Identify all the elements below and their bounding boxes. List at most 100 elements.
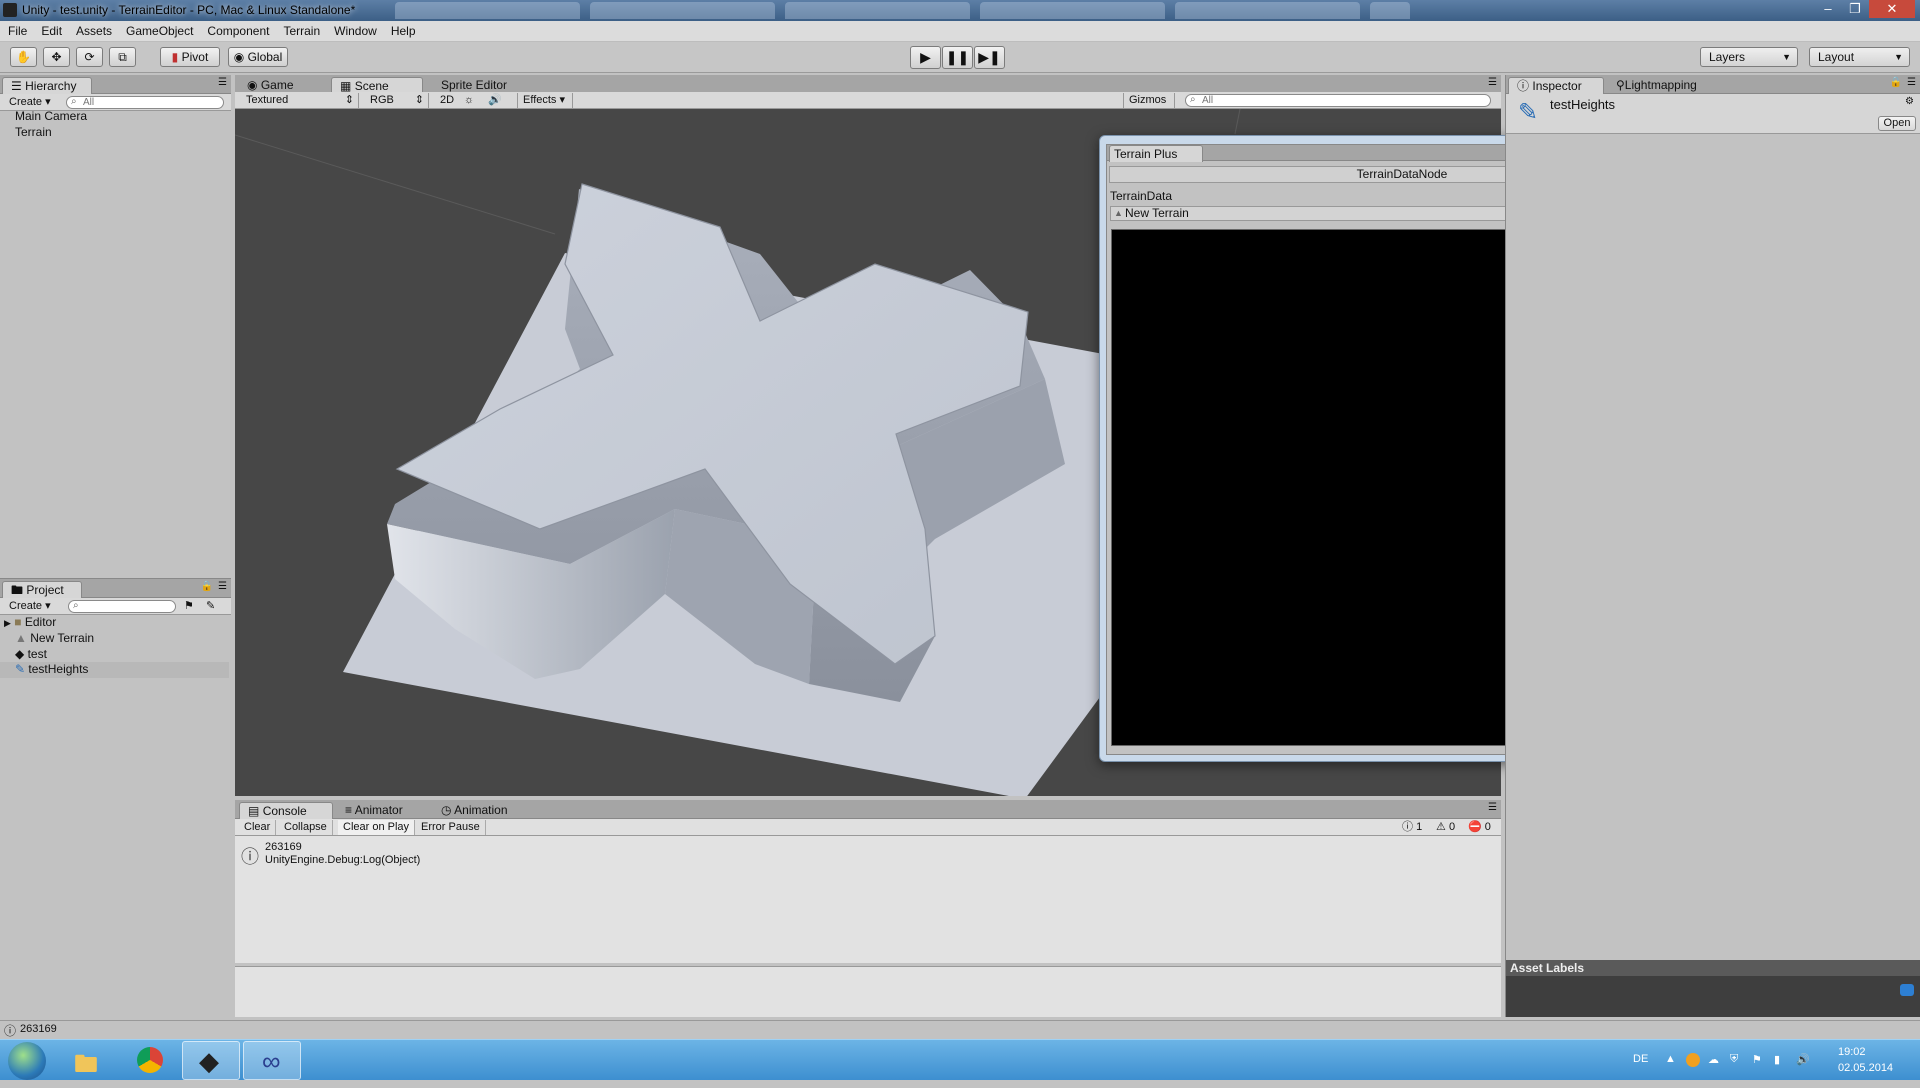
layout-dropdown[interactable]: Layout ▼ <box>1809 47 1910 67</box>
tray-shield-icon[interactable]: ⛨ <box>1730 1053 1738 1066</box>
lock-icon[interactable]: 🔒 <box>1890 77 1902 88</box>
volume-icon[interactable]: 🔊 <box>1796 1053 1810 1066</box>
tab-inspector[interactable]: ⓘ Inspector <box>1508 77 1604 94</box>
console-collapse-button[interactable]: Collapse <box>279 820 333 835</box>
menu-help[interactable]: Help <box>384 21 423 38</box>
pivot-toggle[interactable]: ▮ Pivot <box>160 47 220 67</box>
lighting-toggle[interactable]: ☼ <box>459 93 479 108</box>
menu-window[interactable]: Window <box>327 21 384 38</box>
panel-menu-icon[interactable]: ☰ <box>1488 802 1497 813</box>
expand-arrow-icon[interactable]: ▶ <box>4 618 11 628</box>
taskbar-unity[interactable]: ◆ <box>182 1041 240 1080</box>
global-label: Global <box>247 50 283 64</box>
background-browser-tab[interactable] <box>395 2 580 19</box>
filter-label-icon[interactable]: ✎ <box>206 599 215 612</box>
menu-file[interactable]: File <box>0 21 34 38</box>
network-icon[interactable]: ▮ <box>1774 1053 1780 1066</box>
tab-project[interactable]: 🖿 Project <box>2 581 82 598</box>
dropdown-arrow-icon: ▼ <box>1894 52 1903 62</box>
project-item-testheights[interactable]: ✎ testHeights <box>0 662 229 678</box>
project-create-dropdown[interactable]: Create ▾ <box>4 599 56 614</box>
taskbar-explorer[interactable]: 🖿 <box>60 1041 118 1080</box>
background-browser-tab[interactable] <box>590 2 775 19</box>
gear-icon[interactable]: ⚙ <box>1905 96 1914 107</box>
play-button[interactable]: ▶ <box>910 46 941 69</box>
project-item-test[interactable]: ◆ test <box>15 647 47 661</box>
clock-time[interactable]: 19:02 <box>1838 1046 1866 1058</box>
panel-menu-icon[interactable]: ☰ <box>218 581 227 592</box>
hierarchy-search-input[interactable]: All <box>66 96 224 109</box>
tray-app-icon[interactable] <box>1686 1053 1700 1067</box>
warning-count-toggle[interactable]: ⚠ 0 <box>1431 820 1460 835</box>
move-tool-button[interactable]: ✥ <box>43 47 70 67</box>
console-clear-on-play-toggle[interactable]: Clear on Play <box>338 820 416 835</box>
label-tag-icon[interactable] <box>1900 984 1914 996</box>
menu-component[interactable]: Component <box>200 21 276 38</box>
background-browser-tab[interactable] <box>785 2 970 19</box>
menu-edit[interactable]: Edit <box>34 21 69 38</box>
menu-terrain[interactable]: Terrain <box>276 21 327 38</box>
hand-tool-button[interactable]: ✋ <box>10 47 37 67</box>
layout-label: Layout <box>1818 50 1855 64</box>
window-title-bar: Unity - test.unity - TerrainEditor - PC,… <box>0 0 1920 21</box>
hierarchy-create-dropdown[interactable]: Create ▾ <box>4 95 56 110</box>
background-browser-tab[interactable] <box>980 2 1165 19</box>
tab-animation[interactable]: ◷ Animation <box>433 802 527 819</box>
error-count-toggle[interactable]: ⛔ 0 <box>1463 820 1496 835</box>
rotate-tool-button[interactable]: ⟳ <box>76 47 103 67</box>
channel-dropdown[interactable]: RGB ⇕ <box>365 93 429 108</box>
show-hidden-icons[interactable]: ▲ <box>1665 1053 1676 1065</box>
tab-console[interactable]: ▤ Console <box>239 802 333 819</box>
hierarchy-item-main-camera[interactable]: Main Camera <box>15 109 87 123</box>
menu-assets[interactable]: Assets <box>69 21 119 38</box>
shading-mode-dropdown[interactable]: Textured ⇕ <box>241 93 359 108</box>
scene-search-input[interactable]: All <box>1185 94 1491 107</box>
gizmos-dropdown[interactable]: Gizmos ▾ <box>1123 93 1175 120</box>
language-indicator[interactable]: DE <box>1633 1053 1648 1065</box>
console-clear-button[interactable]: Clear <box>239 820 277 835</box>
background-browser-tab[interactable] <box>1175 2 1360 19</box>
lock-icon[interactable]: 🔒 <box>201 581 213 592</box>
project-item-testheights-label: testHeights <box>28 662 89 676</box>
layers-dropdown[interactable]: Layers ▼ <box>1700 47 1798 67</box>
clock-date[interactable]: 02.05.2014 <box>1838 1062 1893 1074</box>
tray-cloud-icon[interactable]: ☁ <box>1708 1053 1719 1066</box>
project-create-label: Create <box>9 600 43 612</box>
panel-menu-icon[interactable]: ☰ <box>218 77 227 88</box>
hierarchy-item-terrain[interactable]: Terrain <box>15 125 52 139</box>
project-search-input[interactable] <box>68 600 176 613</box>
background-browser-tab[interactable] <box>1370 2 1410 19</box>
pause-button[interactable]: ❚❚ <box>942 46 973 69</box>
maximize-window-button[interactable]: ❐ <box>1842 0 1868 18</box>
taskbar-chrome[interactable] <box>121 1041 179 1080</box>
start-button[interactable] <box>8 1042 46 1080</box>
step-button[interactable]: ▶❚ <box>974 46 1005 69</box>
tab-lightmapping[interactable]: ⚲Lightmapping <box>1608 77 1708 94</box>
info-icon: ⓘ <box>1402 821 1413 833</box>
filter-type-icon[interactable]: ⚑ <box>184 599 194 612</box>
global-toggle[interactable]: ◉ Global <box>228 47 288 67</box>
clear-label: Clear <box>244 821 271 833</box>
tab-terrain-plus[interactable]: Terrain Plus <box>1109 145 1203 162</box>
close-window-button[interactable]: ✕ <box>1869 0 1915 18</box>
status-message[interactable]: 263169 <box>20 1023 57 1035</box>
taskbar-visual-studio[interactable]: ∞ <box>243 1041 301 1080</box>
minimize-window-button[interactable]: – <box>1815 0 1841 18</box>
project-item-editor[interactable]: ▶ ■ Editor <box>4 615 56 629</box>
info-count-toggle[interactable]: ⓘ 1 <box>1397 820 1427 835</box>
console-log-entry[interactable]: ⓘ 263169 UnityEngine.Debug:Log(Object) <box>237 840 1499 868</box>
panel-menu-icon[interactable]: ☰ <box>1907 77 1916 88</box>
scale-icon: ⧉ <box>118 50 127 64</box>
project-item-new-terrain[interactable]: ▲ New Terrain <box>15 631 94 645</box>
open-button[interactable]: Open <box>1878 116 1916 131</box>
console-error-pause-toggle[interactable]: Error Pause <box>416 820 486 835</box>
tab-animator[interactable]: ≡ Animator <box>337 802 423 819</box>
2d-toggle[interactable]: 2D <box>435 93 459 108</box>
audio-toggle[interactable]: 🔊 <box>483 93 507 108</box>
tab-hierarchy[interactable]: ☰ Hierarchy <box>2 77 92 94</box>
menu-gameobject[interactable]: GameObject <box>119 21 200 38</box>
effects-dropdown[interactable]: Effects ▾ <box>517 93 573 108</box>
panel-menu-icon[interactable]: ☰ <box>1488 77 1497 88</box>
scale-tool-button[interactable]: ⧉ <box>109 47 136 67</box>
action-center-flag-icon[interactable]: ⚑ <box>1752 1053 1762 1066</box>
